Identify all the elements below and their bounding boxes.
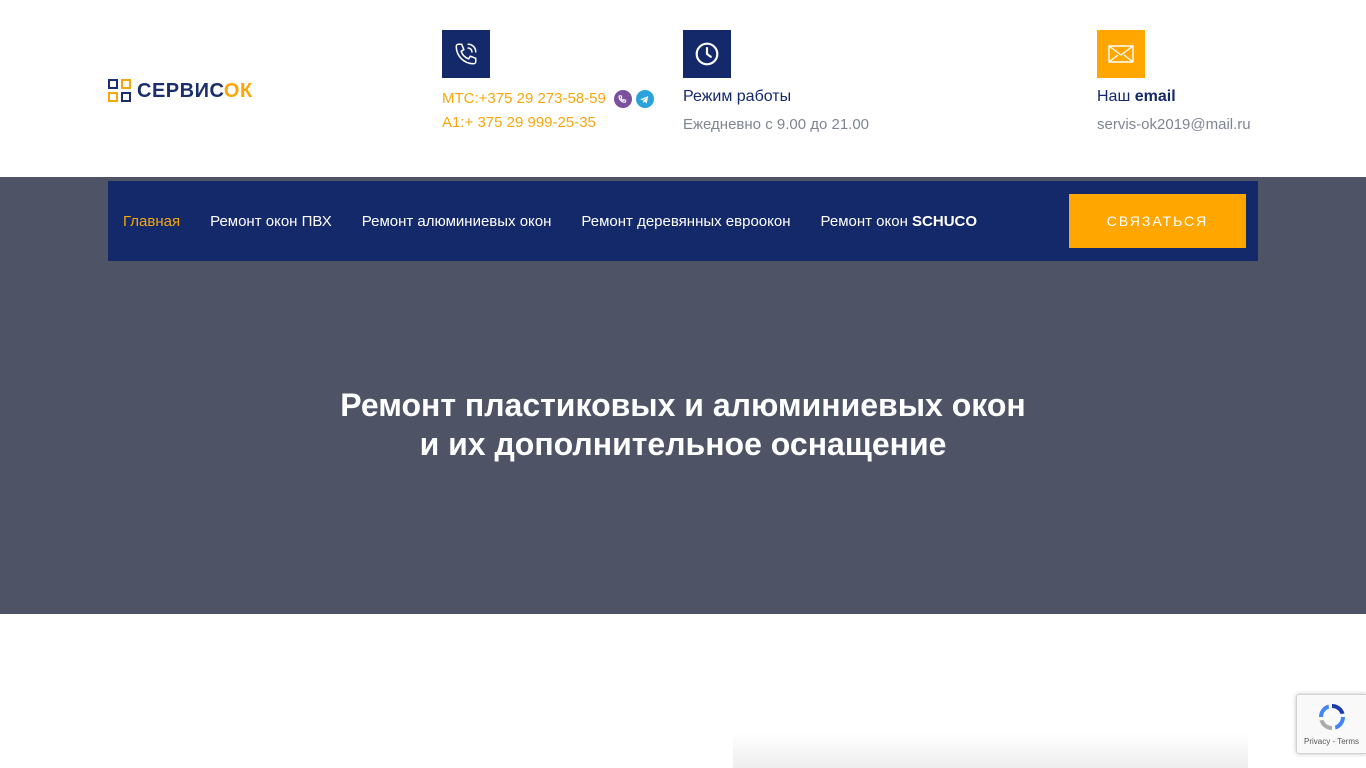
recaptcha-badge[interactable]: Privacy - Terms <box>1296 694 1366 754</box>
email-link[interactable]: servis-ok2019@mail.ru <box>1097 116 1297 134</box>
logo-text-part2: ОК <box>223 79 253 102</box>
nav-item-schuco-bold: SCHUCO <box>912 212 978 230</box>
page: СЕРВИСОК МТС:+375 29 273-58-59 А1:+ 375 … <box>0 0 1366 768</box>
hours-contact: Режим работы Ежедневно с 9.00 до 21.00 <box>683 30 943 134</box>
nav-item-schuco-repair[interactable]: Ремонт окон SCHUCO <box>821 213 978 230</box>
logo-text-part1: СЕРВИС <box>137 79 224 102</box>
viber-icon[interactable] <box>613 90 632 108</box>
clock-icon <box>683 30 731 78</box>
hours-title: Режим работы <box>683 88 792 105</box>
hero-section: Главная Ремонт окон ПВХ Ремонт алюминиев… <box>0 177 1366 614</box>
hero-title-line2: и их дополнительное оснащение <box>419 426 947 462</box>
phone-mts-link[interactable]: МТС:+375 29 273-58-59 <box>442 87 606 111</box>
hero-title: Ремонт пластиковых и алюминиевых окон и … <box>0 386 1366 464</box>
site-header: СЕРВИСОК МТС:+375 29 273-58-59 А1:+ 375 … <box>0 0 1366 177</box>
envelope-icon <box>1097 30 1145 78</box>
hours-value: Ежедневно с 9.00 до 21.00 <box>683 116 870 133</box>
nav-item-pvc-repair[interactable]: Ремонт окон ПВХ <box>210 213 332 230</box>
nav-item-aluminium-repair[interactable]: Ремонт алюминиевых окон <box>362 213 552 230</box>
email-title-plain: Наш <box>1097 88 1135 105</box>
recaptcha-links[interactable]: Privacy - Terms <box>1304 737 1359 746</box>
content-image <box>733 732 1248 768</box>
email-title: Наш email <box>1097 88 1297 106</box>
hero-title-line1: Ремонт пластиковых и алюминиевых окон <box>340 387 1026 423</box>
contact-button[interactable]: СВЯЗАТЬСЯ <box>1069 194 1246 248</box>
recaptcha-icon <box>1318 704 1345 730</box>
phone-a1-link[interactable]: А1:+ 375 29 999-25-35 <box>442 111 596 135</box>
nav-item-schuco-prefix: Ремонт окон <box>820 212 913 230</box>
telegram-icon[interactable] <box>635 90 654 108</box>
logo-mark-icon <box>108 79 131 103</box>
email-contact: Наш email servis-ok2019@mail.ru <box>1097 30 1297 134</box>
nav-item-home[interactable]: Главная <box>123 213 180 230</box>
phone-contact: МТС:+375 29 273-58-59 А1:+ 375 29 999-25… <box>442 30 672 135</box>
nav-item-wooden-repair[interactable]: Ремонт деревянных евроокон <box>581 213 790 230</box>
main-nav: Главная Ремонт окон ПВХ Ремонт алюминиев… <box>108 181 1258 261</box>
logo-text: СЕРВИСОК <box>137 80 253 103</box>
email-title-bold: email <box>1134 88 1176 105</box>
site-logo[interactable]: СЕРВИСОК <box>108 79 253 103</box>
phone-icon <box>442 30 490 78</box>
